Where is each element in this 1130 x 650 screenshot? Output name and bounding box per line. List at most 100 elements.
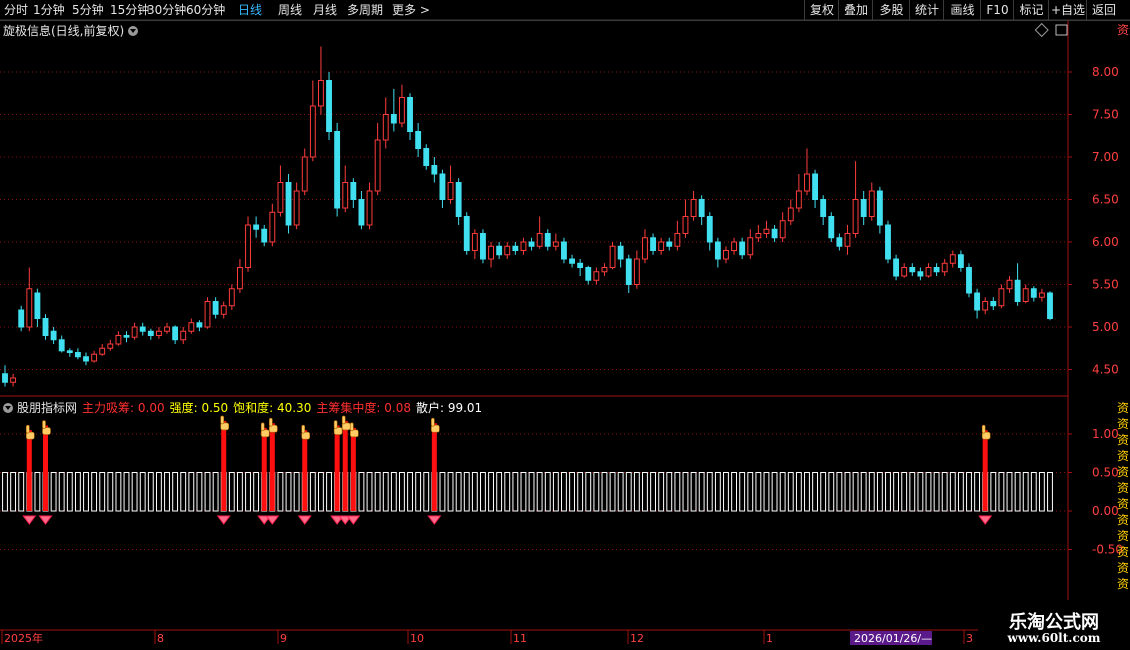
- candle-body: [220, 305, 227, 315]
- candle-body: [488, 245, 494, 260]
- indicator-bar: [885, 472, 891, 512]
- candle-body: [763, 228, 770, 234]
- candle-body: [455, 182, 462, 217]
- candle-body: [520, 241, 527, 251]
- candle-body: [893, 258, 900, 277]
- indicator-bar: [309, 472, 316, 512]
- indicator-bar: [293, 472, 300, 512]
- indicator-bar: [1038, 472, 1045, 512]
- indicator-bar: [609, 472, 616, 512]
- indicator-bar: [755, 472, 762, 512]
- candle-body: [155, 330, 162, 336]
- candle-body: [682, 216, 689, 234]
- indicator-field-0: 主力吸筹: 0.00: [82, 401, 165, 415]
- indicator-bar: [471, 472, 478, 512]
- candle-body: [917, 271, 924, 277]
- indicator-bar: [828, 472, 835, 512]
- indicator-bar: [723, 472, 729, 512]
- indicator-bar: [528, 472, 535, 512]
- candle-body: [10, 377, 17, 383]
- indicator-bar: [520, 472, 527, 512]
- candle-body: [2, 373, 8, 383]
- indicator-bar: [544, 472, 551, 512]
- indicator-bar: [990, 472, 997, 512]
- indicator-bar: [820, 472, 827, 512]
- candle-body: [844, 233, 851, 247]
- indicator-bar: [787, 472, 794, 512]
- candle-body: [885, 224, 891, 260]
- signal-bar: [342, 420, 348, 511]
- candle-body: [382, 114, 389, 141]
- indicator-bar: [188, 472, 195, 512]
- candle-body: [812, 173, 819, 200]
- indicator-bar: [925, 472, 932, 512]
- candle-body: [901, 267, 908, 277]
- date-label: 9: [280, 632, 287, 645]
- indicator-bar: [107, 472, 114, 512]
- candle-body: [277, 182, 284, 213]
- indicator-bar: [180, 472, 187, 512]
- indicator-bar: [804, 472, 810, 512]
- indicator-bar: [593, 472, 600, 512]
- candle-body: [828, 216, 835, 239]
- price-axis-label: 6.50: [1092, 193, 1119, 207]
- indicator-bar: [236, 472, 243, 512]
- indicator-bar: [698, 472, 705, 512]
- indicator-bar: [358, 472, 365, 512]
- hand-finger-icon: [260, 422, 265, 432]
- indicator-bar: [390, 472, 397, 512]
- indicator-dropdown-icon[interactable]: [3, 403, 13, 413]
- kline-chart[interactable]: 8.00 7.50 7.00 6.50 6.00 5.50 5.00 4.50 1.00 0.50…: [0, 0, 1130, 650]
- candle-body: [698, 199, 705, 217]
- indicator-bar: [285, 472, 292, 512]
- candle-body: [731, 241, 737, 251]
- candle-body: [58, 339, 65, 352]
- panel-toggle-icon: [1055, 24, 1068, 36]
- right-info-strip-lower: 资资资资资资资资资资资资: [1117, 401, 1130, 591]
- hand-finger-icon: [269, 417, 273, 427]
- indicator-field-4: 散户: 99.01: [415, 401, 483, 415]
- candle-body: [26, 288, 33, 328]
- candle-body: [982, 301, 989, 311]
- candle-body: [164, 326, 170, 332]
- candle-body: [633, 258, 640, 285]
- candle-body: [204, 301, 211, 328]
- indicator-bar: [569, 472, 575, 512]
- indicator-bar: [966, 472, 972, 512]
- price-axis-label: 5.00: [1092, 320, 1119, 334]
- candle-body: [269, 211, 276, 243]
- indicator-bar: [731, 472, 737, 512]
- indicator-bar: [504, 472, 511, 512]
- candle-body: [666, 241, 673, 247]
- indicator-bar: [99, 472, 106, 512]
- indicator-bar: [957, 472, 964, 512]
- indicator-bar: [739, 472, 746, 512]
- indicator-bar: [147, 472, 154, 512]
- indicator-bar: [245, 472, 251, 512]
- candle-body: [512, 245, 519, 251]
- candle-body: [1030, 288, 1037, 298]
- candle-body: [115, 335, 122, 345]
- candle-body: [342, 182, 349, 209]
- candle-body: [739, 241, 746, 256]
- indicator-bar: [2, 472, 8, 512]
- signal-bar: [982, 430, 988, 511]
- candle-body: [536, 233, 543, 247]
- candle-body: [771, 228, 778, 239]
- indicator-bar: [123, 472, 130, 512]
- diamond-marker-icon: [38, 515, 53, 525]
- signal-bar: [334, 425, 340, 511]
- candle-body: [690, 199, 697, 217]
- indicator-bar: [131, 472, 138, 512]
- candle-body: [755, 233, 762, 239]
- indicator-bar: [58, 472, 65, 512]
- hand-finger-icon: [42, 420, 46, 429]
- candle-body: [998, 288, 1005, 307]
- indicator-axis-label: 0.50: [1092, 466, 1119, 480]
- indicator-bar: [399, 472, 405, 512]
- diamond-icon: [1034, 22, 1049, 38]
- date-label: 3: [966, 632, 973, 645]
- candle-body: [107, 343, 114, 349]
- indicator-axis-label: 1.00: [1092, 427, 1119, 441]
- candle-body: [309, 105, 316, 158]
